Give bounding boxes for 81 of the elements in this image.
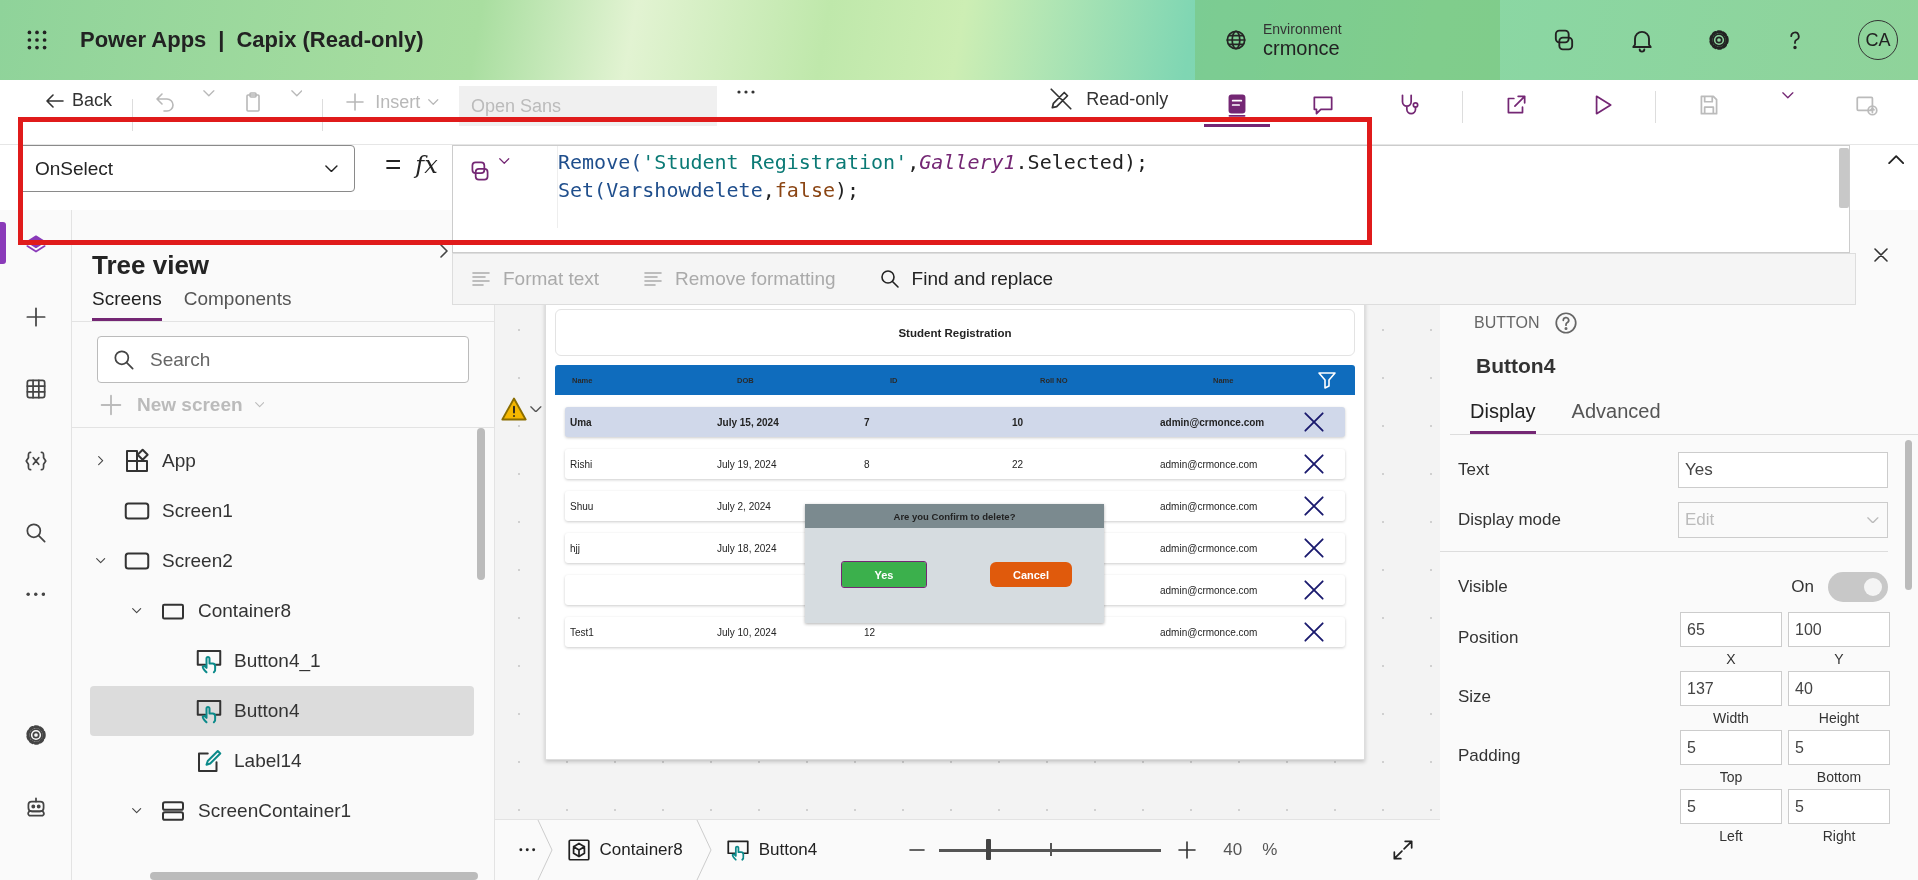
back-button[interactable]: Back — [40, 86, 119, 115]
panel-title: Tree view — [92, 250, 210, 280]
tab[interactable]: Screens — [92, 284, 162, 321]
tree-item[interactable]: Button4_1 — [90, 636, 474, 686]
tree-item[interactable]: ScreenContainer1 — [90, 786, 474, 836]
property-label: Size — [1458, 686, 1493, 708]
tree-item[interactable]: Button4 — [90, 686, 474, 736]
property-label: Position — [1458, 627, 1520, 649]
tree-item[interactable]: Label14 — [90, 736, 474, 786]
field-caption: Bottom — [1816, 768, 1862, 787]
number-field[interactable]: 5 — [1680, 730, 1782, 765]
row-text: Uma — [570, 416, 592, 428]
tree-item[interactable]: Screen2 — [90, 536, 474, 586]
property-label: Text — [1458, 460, 1491, 480]
row-text: admin@crmonce.com — [1160, 626, 1258, 638]
breadcrumb-item[interactable]: Button4 — [712, 837, 830, 863]
row-text: 8 — [864, 458, 870, 470]
number-field[interactable]: 100 — [1788, 612, 1890, 647]
row-text: 10 — [1012, 416, 1024, 428]
row-text: admin@crmonce.com — [1160, 542, 1258, 554]
field-caption: Right — [1822, 827, 1856, 846]
screen-title: Student Registration — [555, 309, 1355, 356]
row-text: 22 — [1012, 458, 1024, 470]
code-line: Set(Varshowdelete,false); — [558, 177, 861, 204]
dialog-title: Are you Confirm to delete? — [805, 504, 1104, 528]
property-label: Visible — [1458, 577, 1509, 597]
property-label: Display mode — [1458, 510, 1562, 530]
control-type: BUTTON — [1474, 314, 1540, 332]
field-caption: Y — [1834, 650, 1844, 669]
number-field[interactable]: 137 — [1680, 671, 1782, 706]
tree-item[interactable]: Screen1 — [90, 486, 474, 536]
number-field[interactable]: 5 — [1788, 789, 1890, 824]
gallery-row[interactable]: Test1 July 10, 2024 12 admin@crmonce.com — [565, 617, 1345, 647]
number-field[interactable]: 5 — [1788, 730, 1890, 765]
breadcrumb-item[interactable]: Container8 — [553, 837, 695, 863]
control-name: Button4 — [1475, 353, 1557, 378]
row-text: admin@crmonce.com — [1160, 500, 1258, 512]
field-caption: Top — [1719, 768, 1743, 787]
row-text: admin@crmonce.com — [1160, 416, 1265, 428]
gallery-row[interactable]: Uma July 15, 2024 7 10 admin@crmonce.com — [565, 407, 1345, 437]
toggle-state: On — [1791, 577, 1814, 597]
row-text: July 18, 2024 — [717, 542, 777, 554]
number-field[interactable]: 40 — [1788, 671, 1890, 706]
row-text: admin@crmonce.com — [1160, 584, 1258, 596]
field-caption: X — [1726, 650, 1736, 669]
row-text: July 15, 2024 — [717, 416, 779, 428]
cancel-button[interactable]: Cancel — [990, 562, 1072, 587]
gallery-row[interactable]: Rishi July 19, 2024 8 22 admin@crmonce.com — [565, 449, 1345, 479]
environment-picker[interactable]: Environment crmonce — [1195, 0, 1500, 80]
row-text: hjj — [570, 542, 580, 554]
row-text: 12 — [864, 626, 876, 638]
tree-item[interactable]: Container8 — [90, 586, 474, 636]
search-field[interactable]: Search — [97, 336, 469, 383]
find-button[interactable]: Find and replace — [871, 266, 1060, 292]
row-text: July 2, 2024 — [717, 500, 771, 512]
read-only-status: Read-only — [1048, 86, 1169, 112]
text-field[interactable]: Yes — [1678, 452, 1888, 488]
function-label: fx — [415, 151, 438, 179]
formula-editor[interactable]: Remove('Student Registration',Gallery1.Selected); Set(Varshowdelete,false); — [452, 145, 1850, 253]
row-text: Rishi — [570, 458, 593, 470]
equals-sign: = — [385, 149, 402, 181]
zoom-value: 40 — [1223, 840, 1243, 860]
field-caption: Left — [1719, 827, 1743, 846]
row-text: admin@crmonce.com — [1160, 458, 1258, 470]
code-line: Remove('Student Registration',Gallery1.Selected); — [558, 149, 1149, 176]
app-title: Power Apps | Capix (Read-only) — [80, 27, 424, 53]
field-caption: Width — [1713, 709, 1749, 728]
number-field[interactable]: 65 — [1680, 612, 1782, 647]
row-text: Shuu — [570, 500, 594, 512]
tab[interactable]: Advanced — [1571, 396, 1661, 434]
property-label: Padding — [1458, 745, 1522, 767]
row-text: July 19, 2024 — [717, 458, 777, 470]
tab[interactable]: Display — [1470, 396, 1536, 434]
row-text: July 10, 2024 — [717, 626, 777, 638]
tree-item[interactable]: App — [90, 436, 474, 486]
tab[interactable]: Components — [183, 284, 292, 321]
field-caption: Height — [1818, 709, 1860, 728]
number-field[interactable]: 5 — [1680, 789, 1782, 824]
row-text: Test1 — [570, 626, 594, 638]
zoom-unit: % — [1262, 840, 1278, 860]
row-text: 7 — [864, 416, 870, 428]
